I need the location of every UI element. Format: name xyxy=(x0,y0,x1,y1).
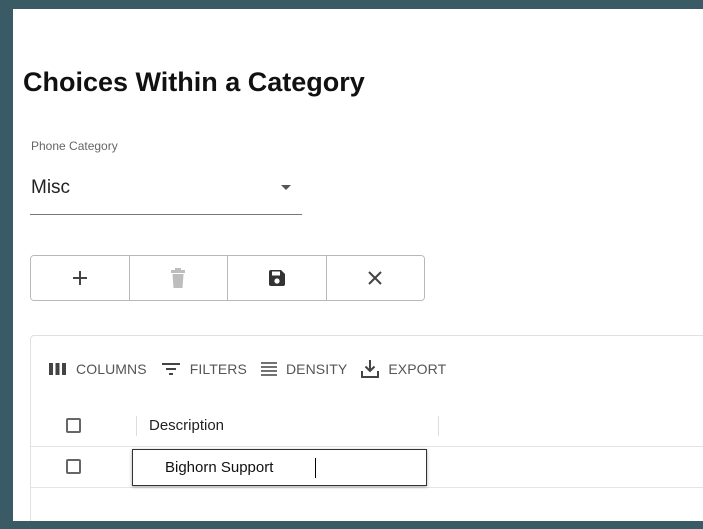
filters-label: FILTERS xyxy=(189,361,247,377)
page-title: Choices Within a Category xyxy=(23,67,365,97)
export-label: EXPORT xyxy=(388,361,447,377)
density-icon xyxy=(260,362,277,376)
export-button[interactable]: EXPORT xyxy=(361,359,446,379)
download-icon xyxy=(361,360,380,378)
header-divider xyxy=(31,446,703,447)
grid-toolbar: COLUMNS FILTERS DENSITY EXPORT xyxy=(49,359,460,379)
row-divider xyxy=(31,487,703,488)
density-button[interactable]: DENSITY xyxy=(260,361,348,377)
plus-icon xyxy=(72,271,87,285)
row-checkbox[interactable] xyxy=(66,459,81,474)
columns-label: COLUMNS xyxy=(76,361,147,377)
phone-category-label: Phone Category xyxy=(31,139,118,153)
filter-icon xyxy=(161,363,180,375)
description-cell-editor[interactable] xyxy=(132,449,427,486)
data-grid: COLUMNS FILTERS DENSITY EXPORT Descripti… xyxy=(30,335,703,521)
column-separator[interactable] xyxy=(136,416,137,436)
text-caret xyxy=(315,458,316,478)
density-label: DENSITY xyxy=(285,361,348,377)
filters-button[interactable]: FILTERS xyxy=(161,361,247,377)
columns-button[interactable]: COLUMNS xyxy=(49,361,147,377)
columns-icon xyxy=(49,363,66,375)
add-button[interactable] xyxy=(31,256,130,300)
close-icon xyxy=(368,271,382,285)
phone-category-value: Misc xyxy=(31,177,71,198)
description-column-header[interactable]: Description xyxy=(149,417,224,434)
delete-button[interactable] xyxy=(129,256,228,300)
app-window: Choices Within a Category Phone Category… xyxy=(13,9,703,521)
description-input[interactable] xyxy=(133,450,426,485)
select-all-checkbox[interactable] xyxy=(66,418,81,433)
cancel-button[interactable] xyxy=(326,256,424,300)
save-button[interactable] xyxy=(228,256,327,300)
action-toolbar xyxy=(30,255,425,301)
save-icon xyxy=(268,270,285,286)
phone-category-select[interactable]: Misc xyxy=(30,169,302,215)
trash-icon xyxy=(171,268,186,288)
dropdown-arrow-icon[interactable] xyxy=(281,185,291,190)
column-separator[interactable] xyxy=(438,416,439,436)
